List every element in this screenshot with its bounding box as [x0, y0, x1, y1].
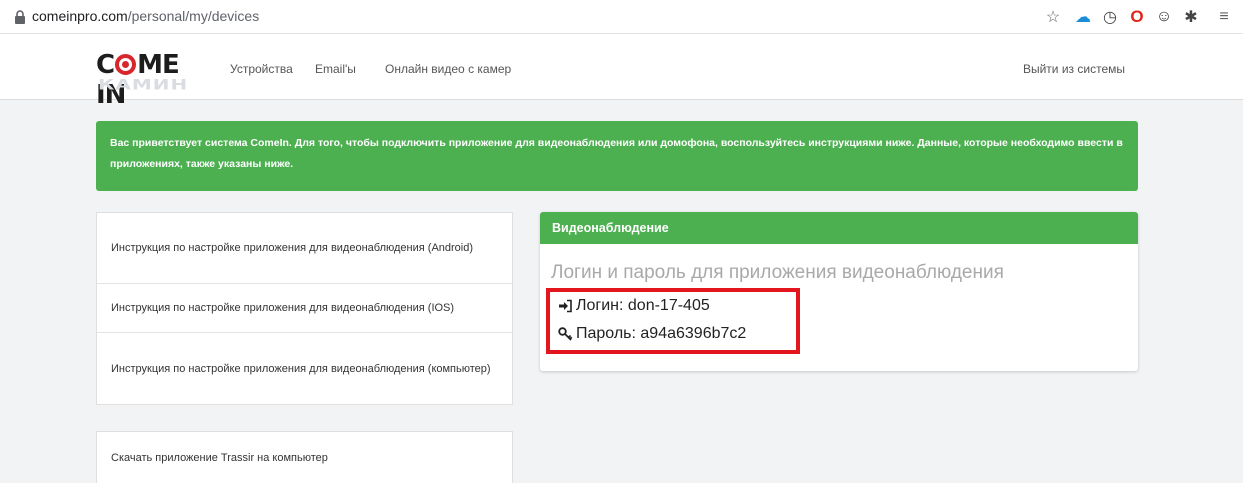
- reading-list-icon[interactable]: ≡: [1214, 7, 1234, 27]
- card-title: Логин и пароль для приложения видеонаблю…: [551, 262, 1004, 283]
- site-header: C ME IN КАМИН Устройства Email'ы Онлайн в…: [0, 34, 1243, 110]
- key-icon: [558, 327, 573, 341]
- cloud-icon[interactable]: ☁: [1073, 7, 1093, 27]
- login-line: Логин: don-17-405: [558, 297, 710, 315]
- password-line: Пароль: a94a6396b7c2: [558, 325, 746, 343]
- download-trassir-link[interactable]: Скачать приложение Trassir на компьютер: [96, 431, 513, 483]
- logo-shadow: КАМИН: [98, 76, 189, 93]
- nav-online-video[interactable]: Онлайн видео с камер: [385, 62, 511, 76]
- password-value: Пароль: a94a6396b7c2: [576, 325, 747, 342]
- star-icon[interactable]: ☆: [1043, 7, 1063, 27]
- logout-link[interactable]: Выйти из системы: [1023, 62, 1125, 76]
- video-surveillance-card: Видеонаблюдение Логин и пароль для прило…: [540, 212, 1138, 371]
- logo-camera-icon: [115, 54, 137, 75]
- ghostery-extension-icon[interactable]: ☺: [1154, 7, 1174, 27]
- login-value: Логин: don-17-405: [576, 297, 710, 314]
- comein-logo[interactable]: C ME IN КАМИН: [96, 50, 200, 110]
- nav-devices[interactable]: Устройства: [230, 62, 293, 76]
- opera-extension-icon[interactable]: O: [1127, 7, 1147, 27]
- clock-extension-icon[interactable]: ◷: [1100, 7, 1120, 27]
- url-path: /personal/my/devices: [127, 8, 260, 24]
- lock-icon[interactable]: [14, 10, 26, 24]
- instruction-android-link[interactable]: Инструкция по настройке приложения для в…: [97, 213, 512, 284]
- credentials-highlight: Логин: don-17-405 Пароль: a94a6396b7c2: [546, 288, 800, 354]
- sign-in-icon: [559, 299, 572, 313]
- nav-emails[interactable]: Email'ы: [315, 62, 356, 76]
- url-field[interactable]: comeinpro.com/personal/my/devices: [32, 8, 259, 24]
- instruction-computer-link[interactable]: Инструкция по настройке приложения для в…: [97, 333, 512, 404]
- url-host: comeinpro.com: [32, 8, 128, 24]
- welcome-alert: Вас приветствует система ComeIn. Для тог…: [96, 121, 1138, 191]
- instruction-ios-link[interactable]: Инструкция по настройке приложения для в…: [97, 284, 512, 333]
- instructions-list: Инструкция по настройке приложения для в…: [96, 212, 513, 405]
- puzzle-extensions-icon[interactable]: ✱: [1181, 7, 1201, 27]
- browser-address-bar: comeinpro.com/personal/my/devices ☆ ☁ ◷ O ☺ ✱…: [0, 0, 1243, 34]
- card-header: Видеонаблюдение: [540, 212, 1138, 244]
